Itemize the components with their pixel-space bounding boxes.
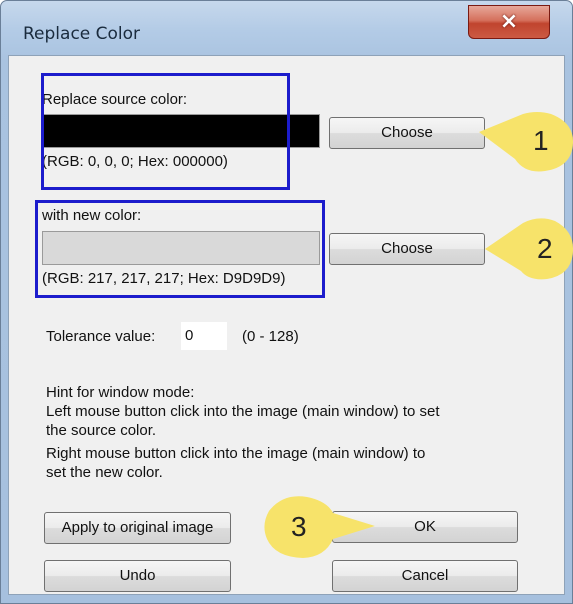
replace-color-dialog: Replace Color × Replace source color: (R…	[0, 0, 573, 604]
close-icon: ×	[499, 9, 519, 34]
hint-line-1: Left mouse button click into the image (…	[46, 403, 440, 420]
choose-new-color-button[interactable]: Choose	[329, 233, 485, 265]
cancel-button[interactable]: Cancel	[332, 560, 518, 592]
callout-1-shape	[479, 112, 573, 172]
new-color-highlight-box	[35, 200, 325, 298]
apply-to-original-button[interactable]: Apply to original image	[44, 512, 231, 544]
close-button[interactable]: ×	[468, 5, 550, 39]
callout-2: 2	[485, 217, 573, 281]
callout-1-number: 1	[533, 125, 549, 156]
callout-2-number: 2	[537, 233, 553, 264]
hint-line-3: Right mouse button click into the image …	[46, 445, 426, 462]
callout-3-number: 3	[291, 511, 307, 542]
hint-line-4: set the new color.	[46, 464, 163, 481]
tolerance-input[interactable]: 0	[180, 321, 228, 351]
callout-3-shape	[264, 496, 375, 558]
callout-1: 1	[479, 111, 573, 173]
callout-3: 3	[263, 495, 375, 559]
tolerance-range: (0 - 128)	[242, 328, 299, 345]
source-highlight-box	[41, 73, 290, 190]
choose-source-button[interactable]: Choose	[329, 117, 485, 149]
title-bar[interactable]: Replace Color ×	[1, 1, 572, 57]
hint-title: Hint for window mode:	[46, 384, 195, 401]
tolerance-label: Tolerance value:	[46, 328, 156, 345]
hint-line-2: the source color.	[46, 422, 157, 439]
callout-2-shape	[485, 218, 573, 280]
undo-button[interactable]: Undo	[44, 560, 231, 592]
window-title: Replace Color	[23, 24, 141, 44]
